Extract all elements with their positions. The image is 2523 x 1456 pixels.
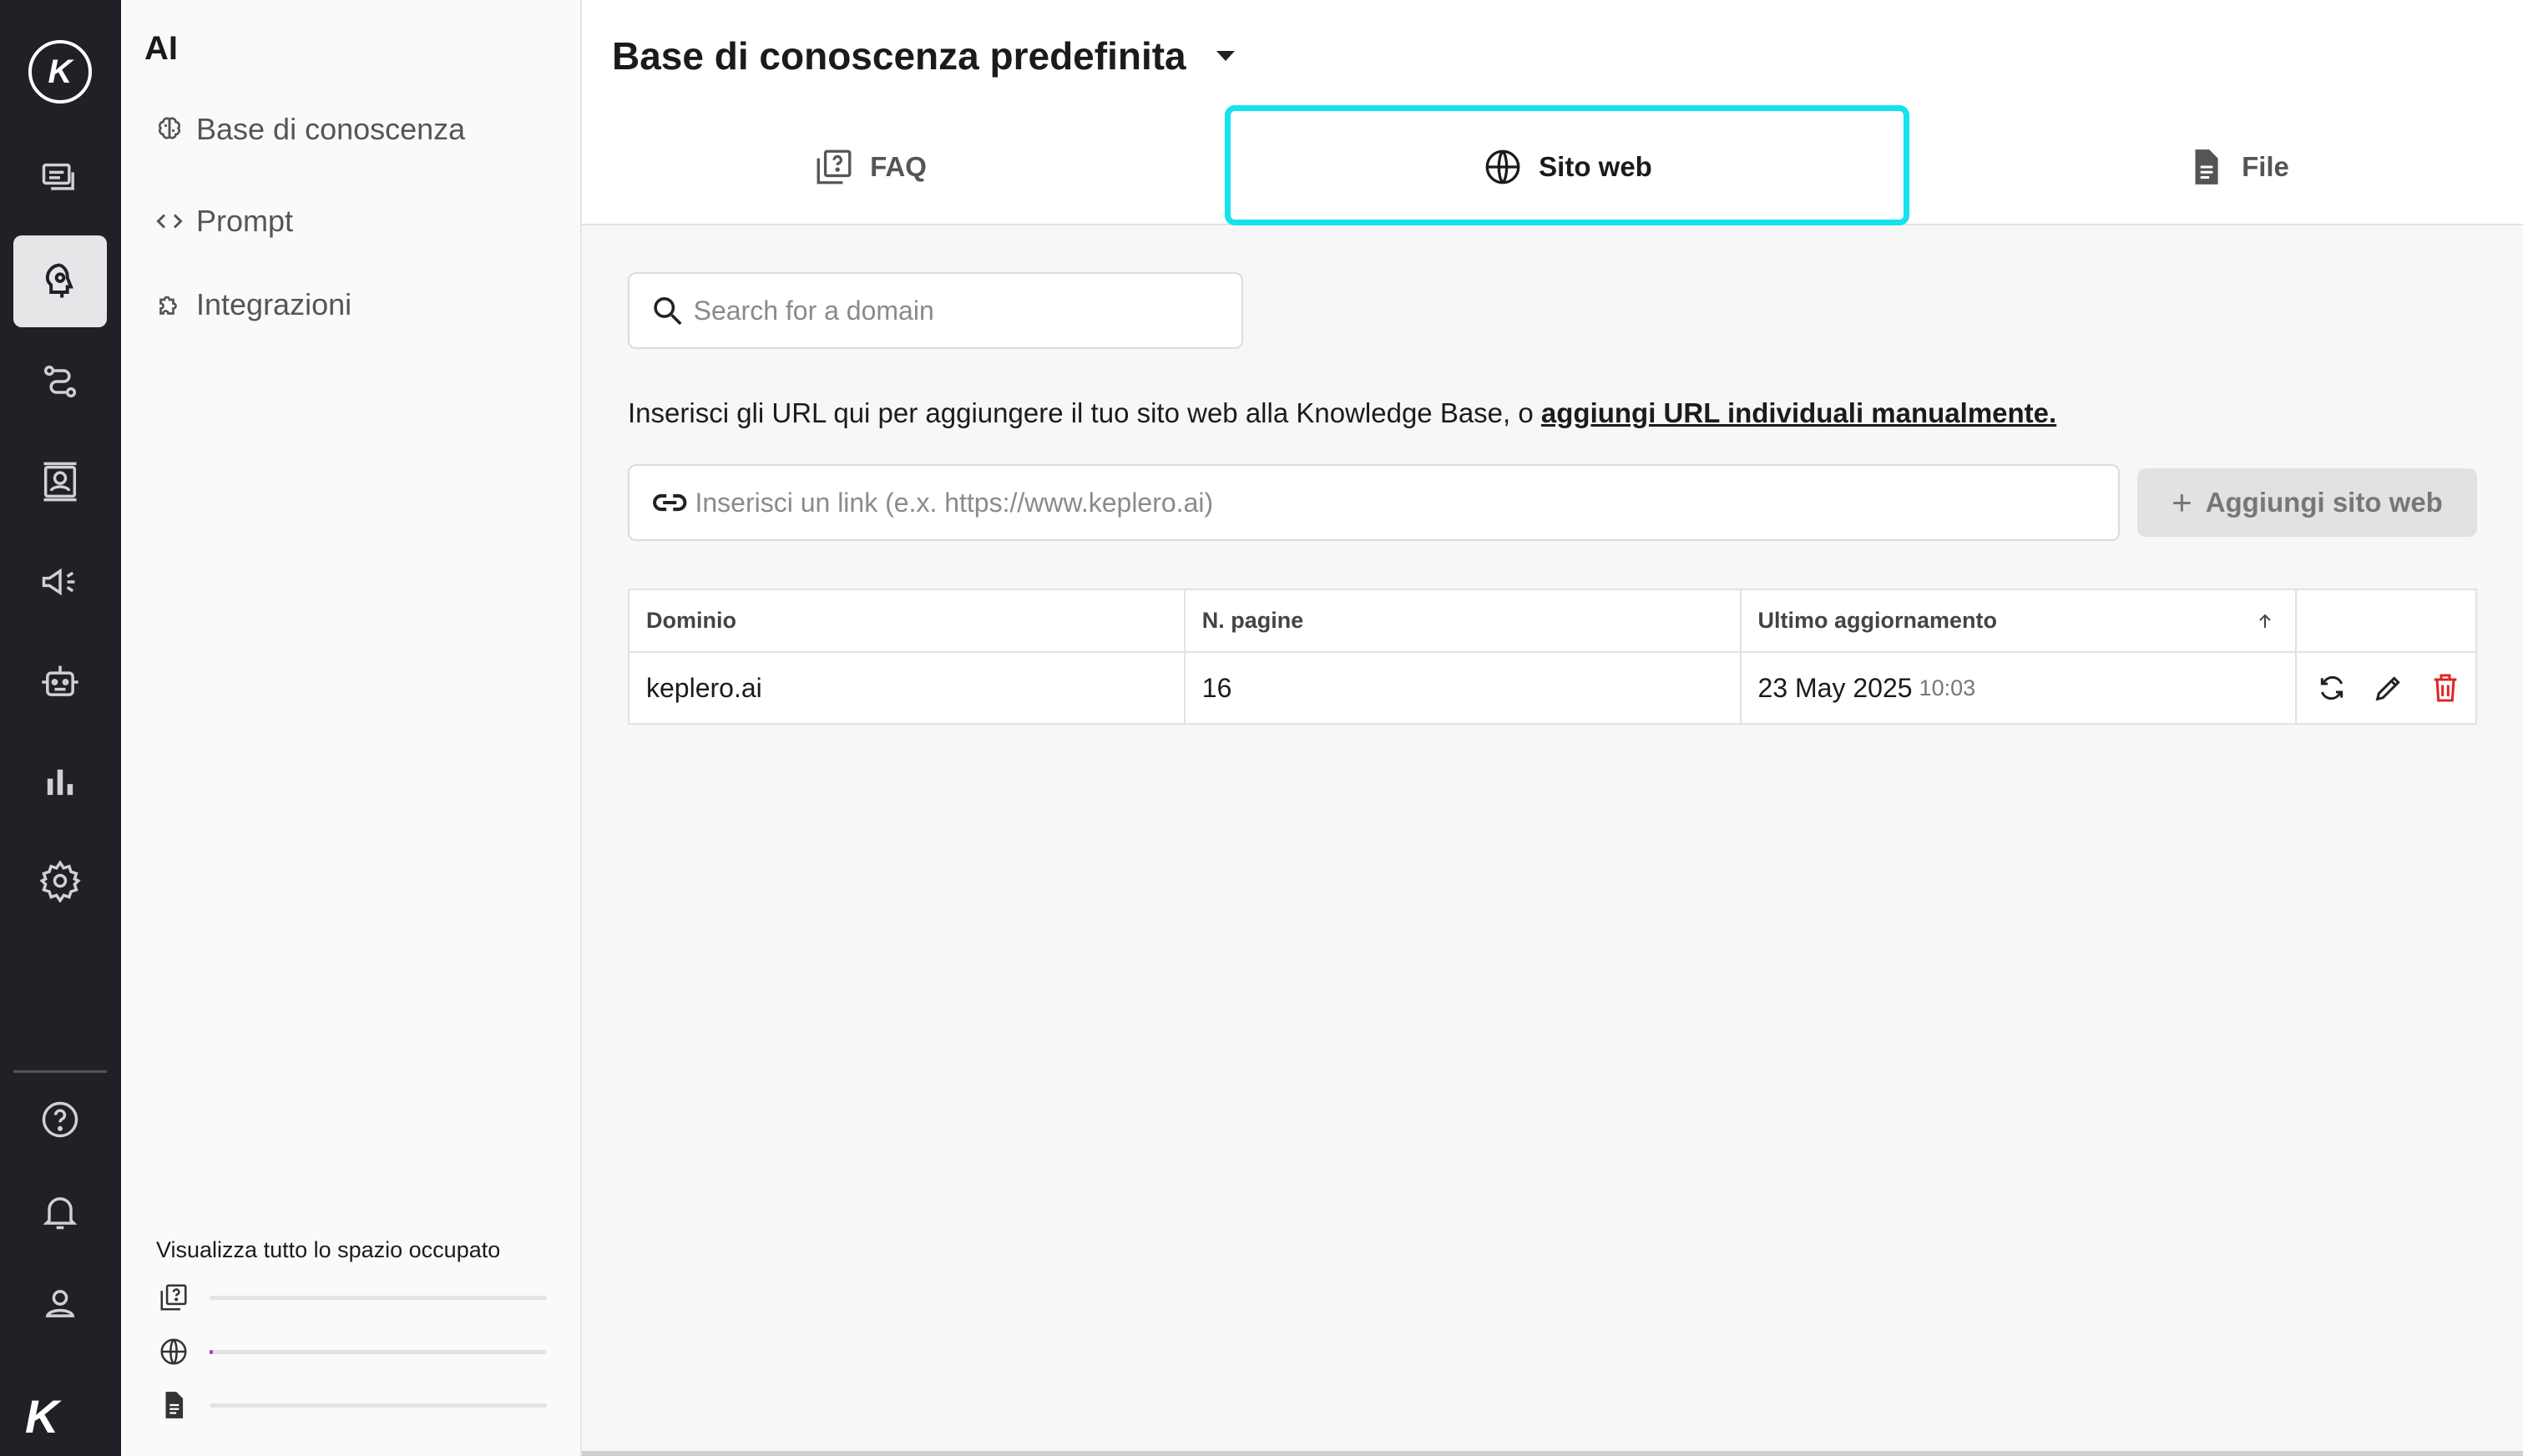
pages-cell: 16 (1186, 653, 1742, 723)
table-row: keplero.ai 16 23 May 2025 10:03 (629, 653, 2475, 723)
tab-files[interactable]: File (1951, 117, 2523, 217)
main-content: Base di conoscenza predefinita FAQ Sito … (582, 0, 2523, 1456)
file-icon (2195, 149, 2218, 185)
tab-website[interactable]: Sito web (1225, 105, 1909, 225)
contacts-icon[interactable] (13, 436, 107, 528)
column-header-label: Ultimo aggiornamento (1757, 608, 1998, 633)
ai-icon[interactable] (13, 235, 107, 327)
table-header: Dominio N. pagine Ultimo aggiornamento (629, 590, 2475, 653)
caret-down-icon (1216, 51, 1235, 61)
page-title: Base di conoscenza predefinita (612, 34, 1186, 78)
add-website-button[interactable]: + Aggiungi sito web (2137, 468, 2477, 537)
header: Base di conoscenza predefinita FAQ Sito … (582, 0, 2523, 225)
actions-cell (2297, 653, 2475, 723)
file-icon (165, 1392, 184, 1418)
user-icon[interactable] (13, 1257, 107, 1349)
sidebar-item-knowledge-base[interactable]: Base di conoscenza (154, 112, 465, 147)
brain-icon (159, 117, 180, 139)
link-field[interactable] (628, 464, 2120, 541)
bottom-border (582, 1451, 2523, 1456)
app-logo[interactable]: K (28, 40, 92, 104)
sidebar-item-integrations[interactable]: Integrazioni (154, 287, 351, 322)
column-header-pages[interactable]: N. pagine (1186, 590, 1742, 651)
knowledge-base-selector[interactable]: Base di conoscenza predefinita (612, 33, 1235, 78)
domains-table: Dominio N. pagine Ultimo aggiornamento k… (628, 589, 2477, 725)
help-icon[interactable] (13, 1074, 107, 1165)
sidebar-title: AI (144, 30, 178, 67)
sidebar-item-label: Prompt (196, 204, 294, 238)
globe-icon (160, 1338, 187, 1365)
time-text: 10:03 (1919, 675, 1976, 700)
app-rail: K K (0, 0, 121, 1456)
secondary-sidebar: AI Base di conoscenza Prompt Integrazion… (121, 0, 582, 1456)
sort-ascending-icon[interactable] (2255, 611, 2275, 631)
add-website-label: Aggiungi sito web (2205, 487, 2443, 518)
domain-search[interactable] (628, 272, 1243, 349)
edit-icon[interactable] (2372, 671, 2405, 705)
faq-icon (160, 1284, 187, 1311)
storage-row-website (158, 1335, 550, 1368)
tab-label: File (2242, 151, 2289, 182)
sidebar-item-prompt[interactable]: Prompt (154, 204, 293, 239)
info-text-body: Inserisci gli URL qui per aggiungere il … (628, 397, 1541, 428)
bell-icon[interactable] (13, 1165, 107, 1257)
chat-icon[interactable] (13, 134, 107, 225)
campaign-icon[interactable] (13, 536, 107, 628)
storage-row-files (158, 1388, 550, 1422)
tab-highlight (1225, 105, 1909, 225)
date-text: 23 May 2025 (1757, 672, 1913, 703)
column-header-domain[interactable]: Dominio (629, 590, 1186, 651)
delete-icon[interactable] (2429, 671, 2462, 705)
search-input[interactable] (693, 295, 1241, 326)
rail-divider (13, 1070, 107, 1073)
storage-row-faq (158, 1281, 550, 1314)
tab-faq[interactable]: FAQ (582, 117, 1158, 217)
manual-urls-link[interactable]: aggiungi URL individuali manualmente. (1541, 397, 2056, 428)
search-icon (654, 297, 682, 326)
puzzle-icon (159, 296, 177, 315)
settings-icon[interactable] (13, 835, 107, 927)
plus-icon: + (2172, 483, 2192, 522)
tab-label: FAQ (870, 151, 927, 182)
column-header-actions (2297, 590, 2475, 651)
domain-cell: keplero.ai (629, 653, 1186, 723)
faq-icon (817, 149, 852, 185)
analytics-icon[interactable] (13, 736, 107, 828)
code-icon (156, 214, 183, 229)
bot-icon[interactable] (13, 636, 107, 728)
column-header-last-update[interactable]: Ultimo aggiornamento (1742, 590, 2298, 651)
link-input[interactable] (695, 487, 2118, 518)
storage-bar-website (210, 1349, 214, 1354)
link-icon (653, 493, 687, 512)
refresh-icon[interactable] (2315, 671, 2349, 705)
last-update-cell: 23 May 2025 10:03 (1742, 653, 2298, 723)
brand-logo-icon: K (25, 1390, 59, 1443)
sidebar-item-label: Base di conoscenza (196, 112, 466, 146)
storage-title[interactable]: Visualizza tutto lo spazio occupato (156, 1237, 500, 1263)
sidebar-item-label: Integrazioni (196, 287, 352, 321)
info-text: Inserisci gli URL qui per aggiungere il … (628, 397, 2056, 429)
workflow-icon[interactable] (13, 336, 107, 427)
